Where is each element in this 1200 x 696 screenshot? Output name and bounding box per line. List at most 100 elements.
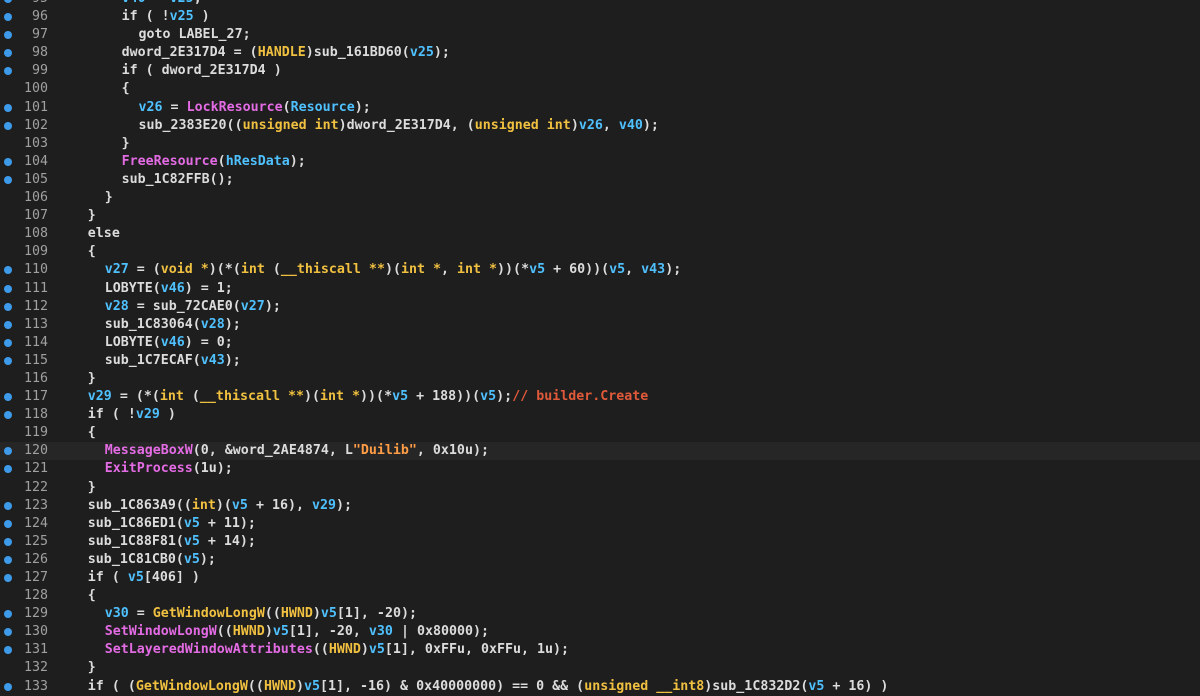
breakpoint-dot-icon[interactable] <box>4 628 12 637</box>
code-text: ); <box>289 153 306 169</box>
code-content: } <box>88 370 96 388</box>
code-line[interactable]: 115 sub_1C7ECAF(v43); <box>0 352 1200 370</box>
code-content: MessageBoxW(0, &word_2AE4874, L"Duilib",… <box>105 442 489 460</box>
code-line[interactable]: 112 v28 = sub_72CAE0(v27); <box>0 298 1200 316</box>
code-line[interactable]: 100 { <box>0 80 1200 98</box>
breakpoint-dot-icon[interactable] <box>4 175 12 184</box>
code-line[interactable]: 128 { <box>0 587 1200 605</box>
breakpoint-dot-icon[interactable] <box>4 555 12 564</box>
code-text: ))(* <box>360 389 393 405</box>
code-line[interactable]: 102 sub_2383E20((unsigned int)dword_2E317… <box>0 117 1200 135</box>
code-line[interactable]: 106} <box>0 189 1200 207</box>
breakpoint-dot-icon[interactable] <box>4 157 12 166</box>
code-line[interactable]: 133 if ( (GetWindowLongW((HWND)v5[1], -16… <box>0 678 1200 696</box>
breakpoint-dot-icon[interactable] <box>4 519 12 528</box>
code-line[interactable]: 103} <box>0 135 1200 153</box>
code-line[interactable]: 109 { <box>0 243 1200 261</box>
code-line[interactable]: 125 sub_1C88F81(v5 + 14); <box>0 533 1200 551</box>
line-number: 124 <box>23 515 48 531</box>
breakpoint-dot-icon[interactable] <box>4 610 12 619</box>
breakpoint-dot-icon[interactable] <box>4 13 12 22</box>
code-line[interactable]: 124 sub_1C86ED1(v5 + 11); <box>0 515 1200 533</box>
breakpoint-dot-icon[interactable] <box>4 302 12 311</box>
code-line[interactable]: 114 LOBYTE(v46) = 0; <box>0 334 1200 352</box>
code-line[interactable]: 120 MessageBoxW(0, &word_2AE4874, L"Duili… <box>0 442 1200 461</box>
breakpoint-dot-icon[interactable] <box>4 682 12 691</box>
code-line[interactable]: 121 ExitProcess(1u); <box>0 460 1200 478</box>
code-line[interactable]: 119 { <box>0 424 1200 442</box>
code-line[interactable]: 122} <box>0 479 1200 497</box>
breakpoint-dot-icon[interactable] <box>4 266 12 275</box>
code-line[interactable]: 129 v30 = GetWindowLongW((HWND)v5[1], -20… <box>0 605 1200 623</box>
code-content: sub_1C7ECAF(v43); <box>105 352 241 370</box>
variable-token: v26 <box>578 117 603 133</box>
code-line[interactable]: 127 if ( v5[406] ) <box>0 569 1200 587</box>
code-text: , <box>441 262 458 278</box>
variable-token: v5 <box>529 262 546 278</box>
breakpoint-dot-icon[interactable] <box>4 537 12 546</box>
breakpoint-dot-icon[interactable] <box>4 465 12 474</box>
breakpoint-dot-icon[interactable] <box>4 574 12 582</box>
code-line[interactable]: 113 sub_1C83064(v28); <box>0 316 1200 334</box>
code-content: sub_1C863A9((int)(v5 + 16), v29); <box>88 497 352 515</box>
code-line[interactable]: 104 FreeResource(hResData); <box>0 153 1200 171</box>
breakpoint-dot-icon[interactable] <box>4 67 12 76</box>
code-line[interactable]: 105 sub_1C82FFB(); <box>0 171 1200 189</box>
code-line[interactable]: 107} <box>0 207 1200 225</box>
type-token: GetWindowLongW <box>135 678 248 694</box>
breakpoint-dot-icon[interactable] <box>4 411 12 420</box>
variable-token: Resource <box>290 99 355 115</box>
code-line[interactable]: 97 goto LABEL_27; <box>0 26 1200 44</box>
line-number: 115 <box>23 352 48 368</box>
line-number: 102 <box>23 117 48 133</box>
breakpoint-dot-icon[interactable] <box>4 49 12 58</box>
code-line[interactable]: 132} <box>0 659 1200 677</box>
code-line[interactable]: 101 v26 = LockResource(Resource); <box>0 99 1200 117</box>
breakpoint-dot-icon[interactable] <box>4 0 12 3</box>
code-line[interactable]: 99 if ( dword_2E317D4 ) <box>0 62 1200 80</box>
code-text: LOBYTE( <box>104 280 161 296</box>
pseudocode-editor[interactable]: 95v40 = v25;96if ( !v25 )97goto LABEL_27… <box>0 0 1200 696</box>
type-token: HWND <box>280 606 313 622</box>
breakpoint-dot-icon[interactable] <box>4 338 12 347</box>
code-line[interactable]: 123 sub_1C863A9((int)(v5 + 16), v29); <box>0 497 1200 515</box>
breakpoint-dot-icon[interactable] <box>4 393 12 402</box>
code-text: = <box>146 0 170 6</box>
type-token: __thiscall ** <box>199 389 304 405</box>
code-text: ) = 1; <box>184 280 233 296</box>
code-line[interactable]: 96 if ( !v25 ) <box>0 8 1200 26</box>
code-line[interactable]: 111 LOBYTE(v46) = 1; <box>0 280 1200 298</box>
line-number: 132 <box>23 660 48 676</box>
variable-token: v29 <box>87 389 112 405</box>
code-line[interactable]: 118 if ( !v29 ) <box>0 406 1200 424</box>
code-text: { <box>87 425 96 441</box>
variable-token: v25 <box>409 45 434 61</box>
breakpoint-dot-icon[interactable] <box>4 646 12 655</box>
line-number: 107 <box>23 208 48 224</box>
breakpoint-dot-icon[interactable] <box>4 447 12 456</box>
code-line[interactable]: 98 dword_2E317D4 = (HANDLE)sub_161BD60(v2… <box>0 44 1200 62</box>
variable-token: v5 <box>183 551 200 567</box>
breakpoint-dot-icon[interactable] <box>4 501 12 510</box>
code-line[interactable]: 117 v29 = (*(int (__thiscall **)(int *))(… <box>0 388 1200 406</box>
code-line[interactable]: 131 SetLayeredWindowAttributes((HWND)v5[1… <box>0 641 1200 659</box>
breakpoint-dot-icon[interactable] <box>4 103 12 112</box>
type-token: GetWindowLongW <box>152 606 265 622</box>
breakpoint-dot-icon[interactable] <box>4 356 12 365</box>
code-line[interactable]: 95 v40 = v25; <box>0 0 1200 8</box>
code-content: if ( !v25 ) <box>122 8 210 26</box>
code-content: sub_1C82FFB(); <box>122 171 234 189</box>
code-line[interactable]: 110 v27 = (void *)(*(int (__thiscall **)(… <box>0 261 1200 279</box>
breakpoint-dot-icon[interactable] <box>4 320 12 329</box>
code-line[interactable]: 126 sub_1C81CB0(v5); <box>0 551 1200 569</box>
breakpoint-dot-icon[interactable] <box>4 31 12 40</box>
code-text: ) <box>295 678 304 694</box>
breakpoint-dot-icon[interactable] <box>4 121 12 130</box>
code-line[interactable]: 108 else <box>0 225 1200 243</box>
code-text: ); <box>433 45 450 61</box>
api-function-token: SetWindowLongW <box>104 624 217 640</box>
code-line[interactable]: 130 SetWindowLongW((HWND)v5[1], -20, v30 … <box>0 623 1200 641</box>
breakpoint-dot-icon[interactable] <box>4 284 12 293</box>
code-line[interactable]: 116} <box>0 370 1200 388</box>
code-text: } <box>87 660 96 676</box>
